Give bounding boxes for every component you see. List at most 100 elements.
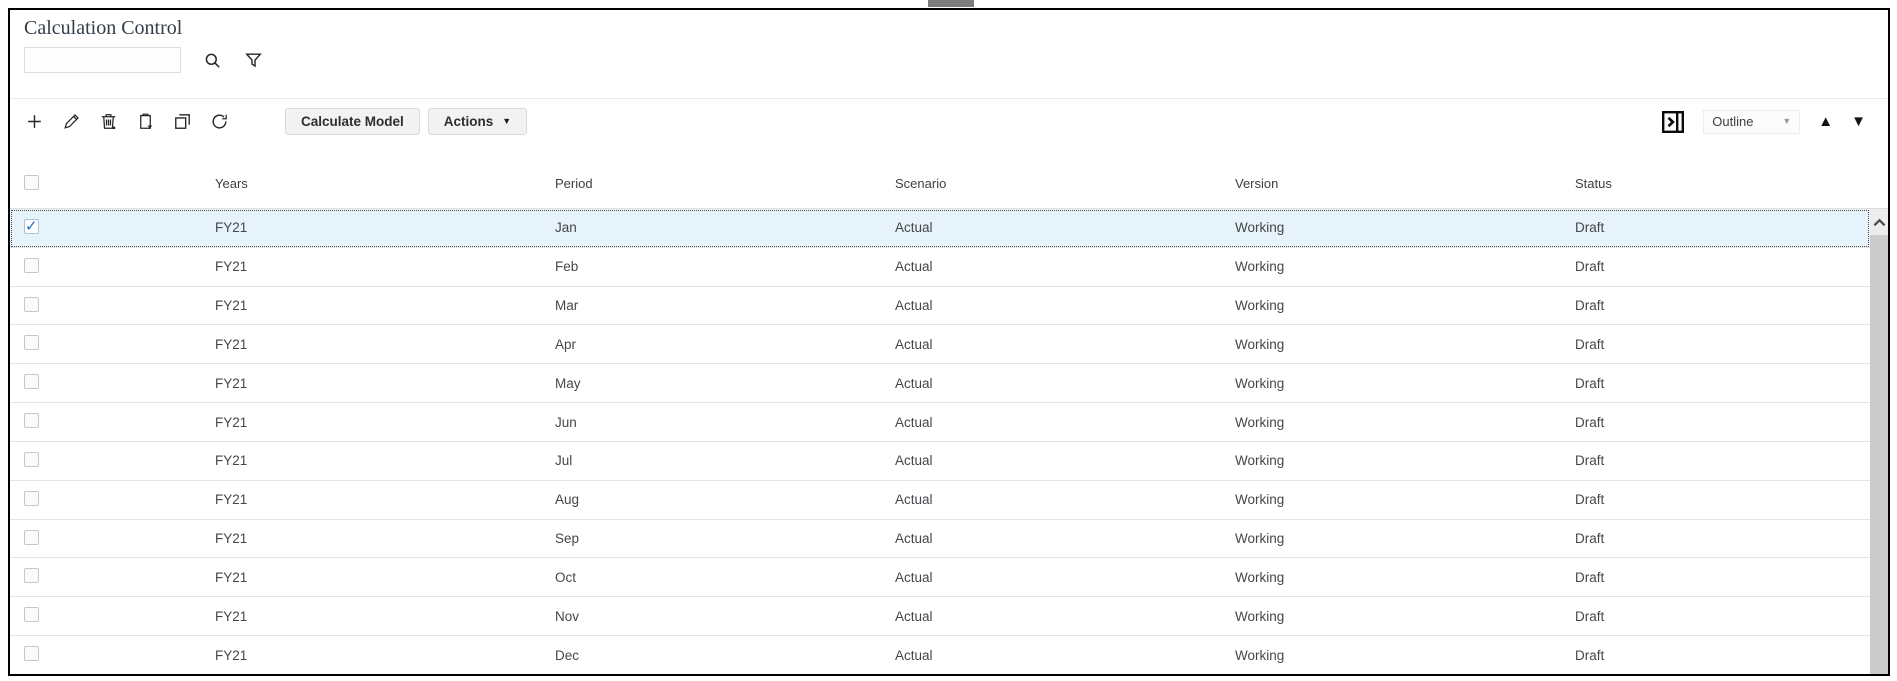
table-header: Years Period Scenario Version Status <box>10 159 1888 209</box>
table-row[interactable]: FY21 Feb Actual Working Draft <box>10 247 1870 287</box>
duplicate-button[interactable] <box>172 112 192 132</box>
cell-period: Oct <box>555 569 577 585</box>
row-checkbox[interactable] <box>24 568 39 584</box>
vertical-scrollbar[interactable] <box>1870 209 1888 674</box>
row-checkbox[interactable] <box>24 374 39 390</box>
row-checkbox[interactable] <box>24 296 39 312</box>
refresh-button[interactable] <box>209 112 229 132</box>
filter-icon <box>244 51 263 70</box>
cell-scenario: Actual <box>895 608 933 624</box>
row-checkbox-cell <box>10 257 215 276</box>
cell-version: Working <box>1235 608 1285 624</box>
select-all-cell <box>10 174 215 193</box>
cell-version: Working <box>1235 220 1285 236</box>
trash-icon <box>99 112 118 131</box>
cell-scenario: Actual <box>895 220 933 236</box>
column-header-status: Status <box>1575 176 1612 191</box>
row-checkbox[interactable] <box>24 335 39 351</box>
row-checkbox[interactable] <box>24 529 39 545</box>
cell-scenario: Actual <box>895 259 933 275</box>
toolbar-right-group: Outline ▼ ▲ ▼ <box>1661 109 1866 134</box>
down-triangle-icon: ▼ <box>1851 113 1866 130</box>
cell-status: Draft <box>1575 259 1605 275</box>
calculate-model-button[interactable]: Calculate Model <box>285 108 420 135</box>
column-header-version: Version <box>1235 176 1279 191</box>
move-down-button[interactable]: ▼ <box>1851 114 1866 129</box>
table-row[interactable]: FY21 Nov Actual Working Draft <box>10 597 1870 637</box>
row-checkbox-cell <box>10 374 215 392</box>
cell-status: Draft <box>1575 336 1605 352</box>
cell-version: Working <box>1235 259 1285 275</box>
cell-status: Draft <box>1575 453 1605 469</box>
cell-scenario: Actual <box>895 569 933 585</box>
window-drag-notch <box>928 0 974 7</box>
search-input[interactable] <box>24 47 181 73</box>
cell-scenario: Actual <box>895 531 933 547</box>
scroll-up-button[interactable] <box>1870 209 1888 235</box>
cell-version: Working <box>1235 453 1285 469</box>
row-checkbox[interactable] <box>24 607 39 623</box>
move-up-button[interactable]: ▲ <box>1818 114 1833 129</box>
filter-button[interactable] <box>244 51 263 70</box>
table-row[interactable]: FY21 Dec Actual Working Draft <box>10 636 1870 674</box>
cell-version: Working <box>1235 647 1285 663</box>
chevron-down-icon: ▼ <box>1782 116 1792 126</box>
row-checkbox[interactable] <box>24 257 39 273</box>
cell-scenario: Actual <box>895 336 933 352</box>
select-all-checkbox[interactable] <box>24 174 39 190</box>
cell-period: Jan <box>555 220 577 236</box>
row-checkbox-cell <box>10 490 215 509</box>
cell-version: Working <box>1235 375 1285 391</box>
table-row[interactable]: FY21 Jan Actual Working Draft <box>10 209 1870 248</box>
row-checkbox-cell <box>10 607 215 625</box>
table-row[interactable]: FY21 Aug Actual Working Draft <box>10 480 1870 520</box>
table-row[interactable]: FY21 Mar Actual Working Draft <box>10 286 1870 326</box>
cell-period: Apr <box>555 336 577 352</box>
copy-icon <box>173 112 192 131</box>
row-checkbox-cell <box>10 335 215 353</box>
table-row[interactable]: FY21 Sep Actual Working Draft <box>10 519 1870 559</box>
calculation-control-panel: Calculation Control Calculate Model Acti… <box>8 8 1890 676</box>
row-checkbox[interactable] <box>24 490 39 506</box>
row-checkbox[interactable] <box>24 217 39 235</box>
actions-button-label: Actions <box>443 114 494 129</box>
view-mode-value: Outline <box>1712 114 1754 129</box>
table-row[interactable]: FY21 May Actual Working Draft <box>10 364 1870 404</box>
row-checkbox[interactable] <box>24 646 39 662</box>
row-checkbox-cell <box>10 413 215 431</box>
actions-button[interactable]: Actions ▼ <box>427 108 528 135</box>
table-row[interactable]: FY21 Jun Actual Working Draft <box>10 403 1870 442</box>
table-row[interactable]: FY21 Jul Actual Working Draft <box>10 441 1870 481</box>
cell-status: Draft <box>1575 220 1605 236</box>
cell-version: Working <box>1235 492 1285 508</box>
open-panel-button[interactable] <box>1661 110 1685 134</box>
search-button[interactable] <box>203 51 222 70</box>
add-button[interactable] <box>24 112 44 132</box>
cell-years: FY21 <box>215 647 248 663</box>
toolbar-icon-group <box>24 112 229 132</box>
column-header-period: Period <box>555 176 593 191</box>
view-mode-dropdown[interactable]: Outline ▼ <box>1703 109 1801 134</box>
row-checkbox[interactable] <box>24 413 39 429</box>
row-checkbox[interactable] <box>24 451 39 467</box>
chevron-up-icon <box>1873 218 1886 227</box>
cell-status: Draft <box>1575 414 1605 430</box>
cell-status: Draft <box>1575 647 1605 663</box>
cell-period: Nov <box>555 608 580 624</box>
cell-version: Working <box>1235 569 1285 585</box>
open-drawer-icon <box>1661 110 1685 134</box>
refresh-icon <box>210 112 229 131</box>
cell-years: FY21 <box>215 414 248 430</box>
table-row[interactable]: FY21 Apr Actual Working Draft <box>10 325 1870 365</box>
cell-years: FY21 <box>215 492 248 508</box>
table-row[interactable]: FY21 Oct Actual Working Draft <box>10 558 1870 598</box>
paste-button[interactable] <box>135 112 155 132</box>
cell-period: Feb <box>555 259 579 275</box>
pencil-icon <box>62 112 81 131</box>
row-checkbox-cell <box>10 451 215 470</box>
cell-scenario: Actual <box>895 453 933 469</box>
toolbar: Calculate Model Actions ▼ Outline ▼ ▲ ▼ <box>10 98 1888 145</box>
delete-button[interactable] <box>98 112 118 132</box>
edit-button[interactable] <box>61 112 81 132</box>
column-header-scenario: Scenario <box>895 176 947 191</box>
